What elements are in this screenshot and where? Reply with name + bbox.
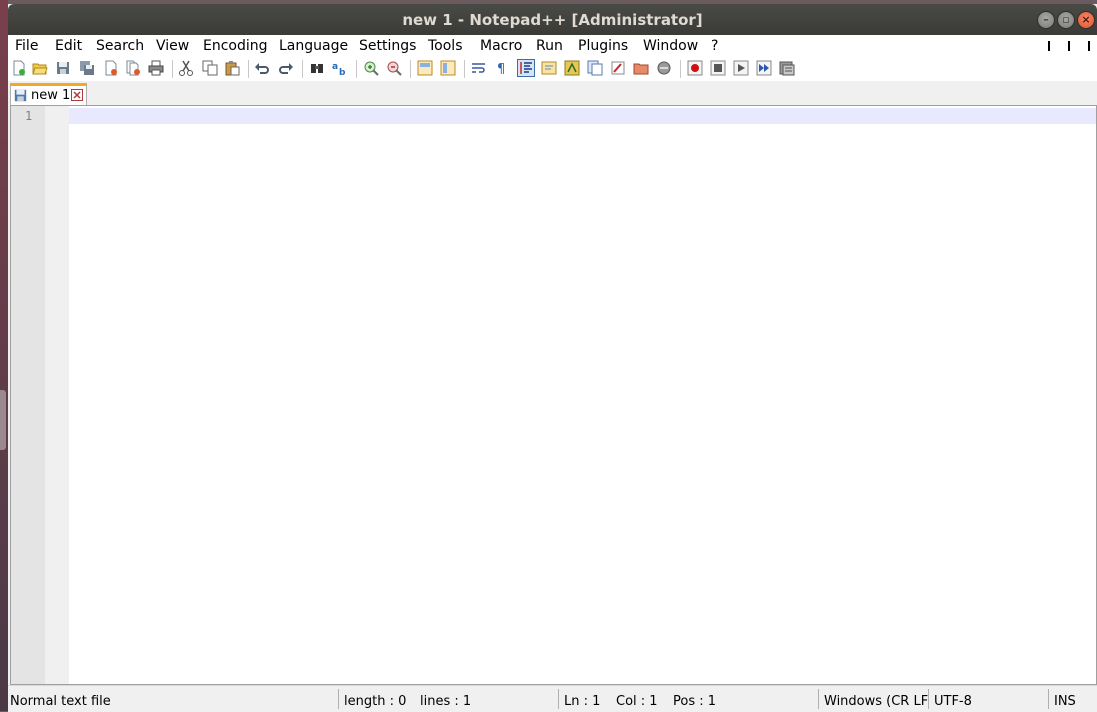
menu-bar: File Edit Search View Encoding Language … bbox=[8, 35, 1097, 57]
status-insert-mode[interactable]: INS bbox=[1054, 694, 1076, 709]
toolbar: ab ¶ bbox=[8, 57, 1097, 81]
playback-icon[interactable] bbox=[733, 60, 749, 76]
cut-icon[interactable] bbox=[178, 60, 194, 76]
status-eol[interactable]: Windows (CR LF) bbox=[824, 694, 928, 709]
status-separator bbox=[558, 689, 559, 709]
desktop-left-edge bbox=[0, 0, 8, 711]
save-macro-icon[interactable] bbox=[779, 60, 795, 76]
doc-minimize-button[interactable] bbox=[1048, 41, 1050, 51]
editor-area[interactable]: 1 bbox=[10, 105, 1097, 685]
current-line-highlight[interactable] bbox=[69, 108, 1096, 124]
tab-bar: new 1 bbox=[8, 81, 1097, 105]
close-icon[interactable]: × bbox=[1077, 11, 1095, 29]
status-lines: lines : 1 bbox=[420, 694, 472, 709]
menu-tools[interactable]: Tools bbox=[428, 38, 463, 54]
save-icon[interactable] bbox=[55, 60, 71, 76]
paste-icon[interactable] bbox=[224, 60, 240, 76]
toolbar-separator bbox=[302, 60, 303, 78]
toolbar-separator bbox=[410, 60, 411, 78]
svg-text:b: b bbox=[339, 68, 346, 76]
copy-icon[interactable] bbox=[202, 60, 218, 76]
menu-file[interactable]: File bbox=[15, 38, 38, 54]
record-macro-icon[interactable] bbox=[687, 60, 703, 76]
menu-window[interactable]: Window bbox=[643, 38, 698, 54]
menu-edit[interactable]: Edit bbox=[55, 38, 82, 54]
menu-encoding[interactable]: Encoding bbox=[203, 38, 268, 54]
sync-horizontal-icon[interactable] bbox=[440, 60, 456, 76]
document-map-icon[interactable] bbox=[564, 60, 580, 76]
menu-language[interactable]: Language bbox=[279, 38, 348, 54]
title-bar[interactable]: new 1 - Notepad++ [Administrator] – ▫ × bbox=[8, 4, 1097, 35]
fold-margin[interactable] bbox=[45, 106, 69, 684]
folder-icon[interactable] bbox=[633, 60, 649, 76]
replace-icon[interactable]: ab bbox=[332, 60, 348, 76]
find-icon[interactable] bbox=[309, 60, 325, 76]
line-number: 1 bbox=[25, 109, 33, 123]
monitoring-icon[interactable] bbox=[656, 60, 672, 76]
undo-icon[interactable] bbox=[254, 60, 270, 76]
new-file-icon[interactable] bbox=[11, 60, 27, 76]
maximize-icon[interactable]: ▫ bbox=[1057, 11, 1075, 29]
toolbar-separator bbox=[356, 60, 357, 78]
svg-text:a: a bbox=[332, 62, 338, 72]
close-all-icon[interactable] bbox=[125, 60, 141, 76]
save-all-icon[interactable] bbox=[79, 60, 95, 76]
tab-close-icon[interactable] bbox=[71, 89, 83, 101]
tab-label: new 1 bbox=[31, 88, 71, 103]
toolbar-separator bbox=[680, 60, 681, 78]
sync-vertical-icon[interactable] bbox=[417, 60, 433, 76]
indent-guide-icon[interactable] bbox=[517, 59, 535, 77]
tab-new-1[interactable]: new 1 bbox=[10, 83, 87, 105]
menu-settings[interactable]: Settings bbox=[359, 38, 416, 54]
status-encoding[interactable]: UTF-8 bbox=[934, 694, 972, 709]
status-separator bbox=[818, 689, 819, 709]
doc-close-button[interactable] bbox=[1088, 41, 1090, 51]
user-language-icon[interactable] bbox=[541, 60, 557, 76]
status-bar: Normal text file length : 0 lines : 1 Ln… bbox=[8, 685, 1097, 712]
zoom-in-icon[interactable] bbox=[363, 60, 379, 76]
menu-help[interactable]: ? bbox=[711, 38, 718, 54]
status-ln: Ln : 1 bbox=[564, 694, 601, 709]
window-title: new 1 - Notepad++ [Administrator] bbox=[402, 11, 703, 29]
open-file-icon[interactable] bbox=[32, 60, 48, 76]
stop-record-icon[interactable] bbox=[710, 60, 726, 76]
menu-search[interactable]: Search bbox=[96, 38, 144, 54]
zoom-out-icon[interactable] bbox=[386, 60, 402, 76]
status-pos: Pos : 1 bbox=[673, 694, 717, 709]
toolbar-separator bbox=[464, 60, 465, 78]
status-length: length : 0 bbox=[344, 694, 407, 709]
redo-icon[interactable] bbox=[278, 60, 294, 76]
close-icon[interactable] bbox=[103, 60, 119, 76]
print-icon[interactable] bbox=[148, 60, 164, 76]
menu-view[interactable]: View bbox=[156, 38, 189, 54]
svg-text:¶: ¶ bbox=[497, 62, 505, 76]
menu-plugins[interactable]: Plugins bbox=[578, 38, 628, 54]
status-separator bbox=[338, 689, 339, 709]
show-all-chars-icon[interactable]: ¶ bbox=[494, 60, 510, 76]
word-wrap-icon[interactable] bbox=[471, 60, 487, 76]
folder-workspace-icon[interactable] bbox=[610, 60, 626, 76]
launcher-grip[interactable] bbox=[0, 390, 6, 450]
notepadpp-window: new 1 - Notepad++ [Administrator] – ▫ × … bbox=[8, 4, 1097, 712]
minimize-icon[interactable]: – bbox=[1037, 11, 1055, 29]
toolbar-separator bbox=[172, 60, 173, 78]
doc-restore-button[interactable] bbox=[1068, 41, 1070, 51]
menu-run[interactable]: Run bbox=[536, 38, 563, 54]
saved-file-icon bbox=[14, 89, 27, 102]
status-col: Col : 1 bbox=[616, 694, 658, 709]
status-separator bbox=[928, 689, 929, 709]
function-list-icon[interactable] bbox=[587, 60, 603, 76]
status-separator bbox=[1048, 689, 1049, 709]
run-macro-multiple-icon[interactable] bbox=[756, 60, 772, 76]
toolbar-separator bbox=[248, 60, 249, 78]
status-filetype: Normal text file bbox=[10, 694, 111, 709]
line-number-margin: 1 bbox=[11, 106, 45, 684]
menu-macro[interactable]: Macro bbox=[480, 38, 522, 54]
